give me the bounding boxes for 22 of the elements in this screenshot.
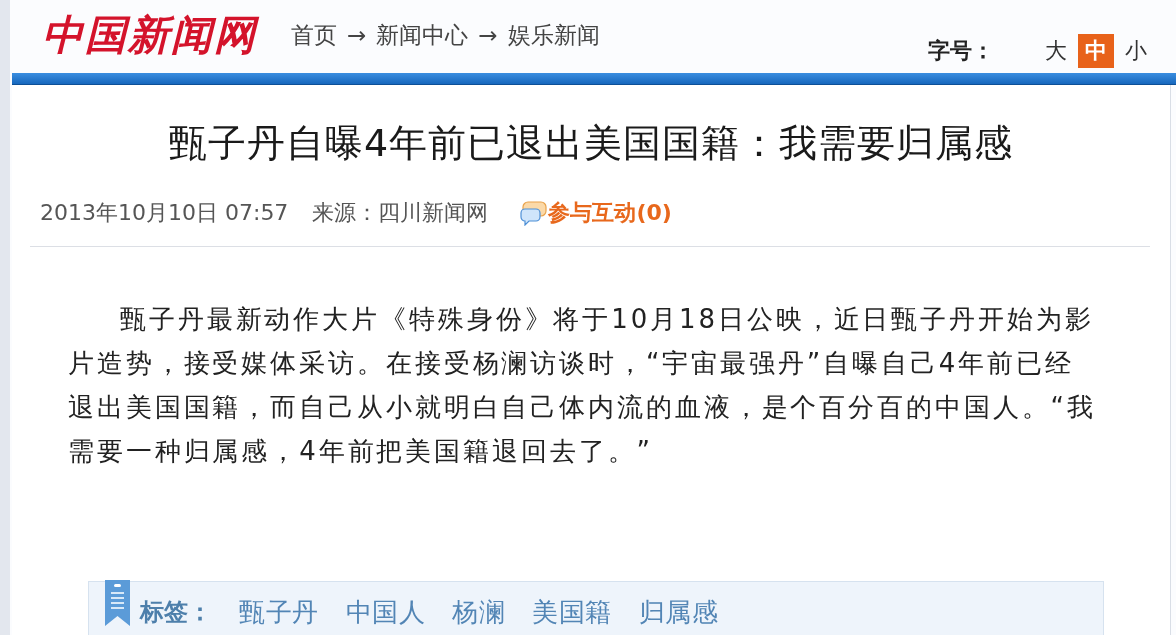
tags-label: 标签： (140, 597, 212, 628)
breadcrumb-separator: → (347, 21, 367, 50)
article-paragraph: 甄子丹最新动作大片《特殊身份》将于10月18日公映，近日甄子丹开始为影片造势，接受媒体采访。在接受杨澜访谈时，“宇宙最强丹”自曝自己4年前已经退出美国国籍，而自己从小就明白自己体内流的血液，是个百分百的中国人。“我需要一种归属感，4年前把美国籍退回去了。” (68, 303, 1097, 468)
comments-link[interactable]: 参与互动(0) (548, 198, 672, 228)
font-size-label: 字号： (928, 37, 994, 65)
breadcrumb-link[interactable]: 首页 (291, 20, 337, 50)
breadcrumb-link[interactable]: 新闻中心 (376, 20, 469, 50)
site-logo[interactable]: 中国新闻网 (42, 11, 257, 59)
article-title: 甄子丹自曝4年前已退出美国国籍：我需要归属感 (168, 120, 1014, 167)
publish-date: 2013年10月10日 07:57 (40, 199, 289, 227)
font-size-option[interactable]: 中 (1078, 34, 1114, 68)
tag-link[interactable]: 杨澜 (452, 596, 505, 628)
font-size-option[interactable]: 小 (1118, 34, 1154, 68)
tag-link[interactable]: 甄子丹 (239, 596, 319, 628)
speech-bubbles-icon (520, 200, 549, 226)
tag-link[interactable]: 归属感 (638, 596, 718, 628)
tag-link[interactable]: 美国籍 (532, 596, 612, 628)
font-size-option[interactable]: 大 (1038, 34, 1074, 68)
article-source: 来源：四川新闻网 (312, 199, 489, 227)
breadcrumb-separator: → (478, 21, 498, 50)
breadcrumb-link[interactable]: 娱乐新闻 (507, 20, 600, 50)
tag-link[interactable]: 中国人 (345, 596, 425, 628)
